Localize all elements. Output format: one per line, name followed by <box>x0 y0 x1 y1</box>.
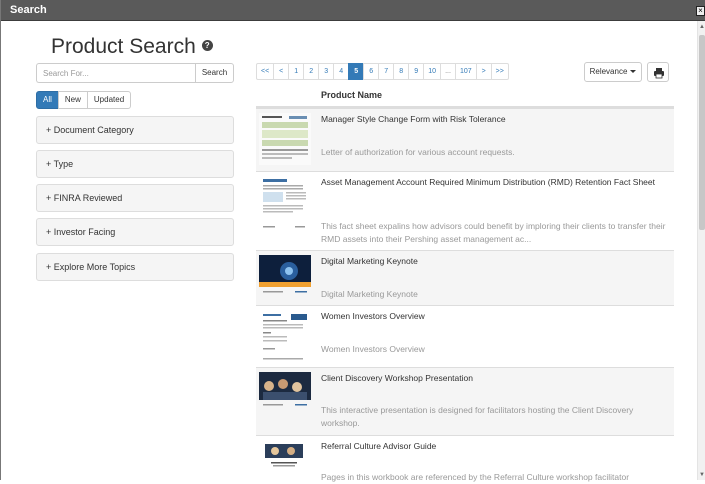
result-thumbnail[interactable] <box>259 310 311 364</box>
result-description: Pages in this workbook are referenced by… <box>321 472 630 482</box>
result-row[interactable]: Client Discovery Workshop Presentation T… <box>256 367 674 435</box>
search-box: Search <box>36 63 234 83</box>
result-title[interactable]: Manager Style Change Form with Risk Tole… <box>321 113 666 126</box>
result-title[interactable]: Digital Marketing Keynote <box>321 255 666 268</box>
search-input[interactable] <box>36 63 196 83</box>
result-row[interactable]: Women Investors Overview Women Investors… <box>256 305 674 367</box>
page-button[interactable]: 1 <box>288 63 305 80</box>
help-icon[interactable]: ? <box>201 39 213 51</box>
page-next-button[interactable]: > <box>475 63 492 80</box>
scrollbar-thumb[interactable] <box>699 35 705 230</box>
result-title[interactable]: Asset Management Account Required Minimu… <box>321 176 666 189</box>
filter-updated-button[interactable]: Updated <box>86 91 132 109</box>
page-button[interactable]: 10 <box>423 63 441 80</box>
page-button[interactable]: 7 <box>378 63 395 80</box>
result-thumbnail[interactable] <box>259 255 311 301</box>
page-button[interactable]: 9 <box>408 63 425 80</box>
vertical-scrollbar[interactable]: ▲ ▼ <box>697 21 705 480</box>
column-header-product-name[interactable]: Product Name <box>321 90 382 100</box>
page-title-text: Product Search <box>51 35 196 58</box>
result-title[interactable]: Referral Culture Advisor Guide <box>321 440 666 453</box>
print-icon <box>654 68 664 79</box>
facet-investor-facing[interactable]: + Investor Facing <box>36 218 234 246</box>
print-button[interactable] <box>647 62 669 82</box>
result-row[interactable]: Digital Marketing Keynote Digital Market… <box>256 250 674 305</box>
page-button[interactable]: 8 <box>393 63 410 80</box>
result-row[interactable]: Asset Management Account Required Minimu… <box>256 171 674 250</box>
app-window: Search × ▲ ▼ Product Search? Search All … <box>0 0 705 482</box>
result-thumbnail[interactable] <box>259 372 311 412</box>
page-first-button[interactable]: << <box>256 63 275 80</box>
filter-new-button[interactable]: New <box>57 91 88 109</box>
filter-button-group: All New Updated <box>36 91 132 109</box>
result-description: This fact sheet expalins how advisors co… <box>321 221 666 244</box>
result-title[interactable]: Client Discovery Workshop Presentation <box>321 372 666 385</box>
page-button[interactable]: 3 <box>318 63 335 80</box>
facet-document-category[interactable]: + Document Category <box>36 116 234 144</box>
facet-finra-reviewed[interactable]: + FINRA Reviewed <box>36 184 234 212</box>
page-last-button[interactable]: >> <box>490 63 509 80</box>
sort-label: Relevance <box>589 67 628 76</box>
facet-type[interactable]: + Type <box>36 150 234 178</box>
window-title: Search <box>10 4 47 16</box>
filter-all-button[interactable]: All <box>36 91 59 109</box>
result-row[interactable]: Manager Style Change Form with Risk Tole… <box>256 108 674 171</box>
result-description: Letter of authorization for various acco… <box>321 147 515 157</box>
result-row[interactable]: Referral Culture Advisor Guide Pages in … <box>256 435 674 482</box>
result-thumbnail[interactable] <box>259 176 311 232</box>
result-description: Women Investors Overview <box>321 344 425 354</box>
page-last-number-button[interactable]: 107 <box>454 63 477 80</box>
pagination: << < 1 2 3 4 5 6 7 8 9 10 ... 107 > >> <box>256 63 509 80</box>
page-button[interactable]: 2 <box>303 63 320 80</box>
page-button-active[interactable]: 5 <box>348 63 365 80</box>
page-prev-button[interactable]: < <box>273 63 290 80</box>
close-icon[interactable]: × <box>696 6 705 16</box>
page-button[interactable]: 6 <box>363 63 380 80</box>
results-table-header: Product Name <box>256 86 674 108</box>
caret-down-icon <box>630 70 637 74</box>
result-thumbnail[interactable] <box>259 113 311 165</box>
page-ellipsis: ... <box>439 63 456 80</box>
result-description: Digital Marketing Keynote <box>321 289 418 299</box>
page-button[interactable]: 4 <box>333 63 350 80</box>
title-bar: Search × <box>1 0 705 21</box>
result-thumbnail[interactable] <box>259 440 311 476</box>
scroll-down-icon[interactable]: ▼ <box>699 472 705 478</box>
result-description: This interactive presentation is designe… <box>321 405 634 428</box>
search-button[interactable]: Search <box>195 63 234 83</box>
sort-dropdown[interactable]: Relevance <box>584 62 642 82</box>
facet-explore-more-topics[interactable]: + Explore More Topics <box>36 253 234 281</box>
page-title: Product Search? <box>51 35 213 59</box>
scroll-up-icon[interactable]: ▲ <box>699 24 705 30</box>
result-title[interactable]: Women Investors Overview <box>321 310 666 323</box>
